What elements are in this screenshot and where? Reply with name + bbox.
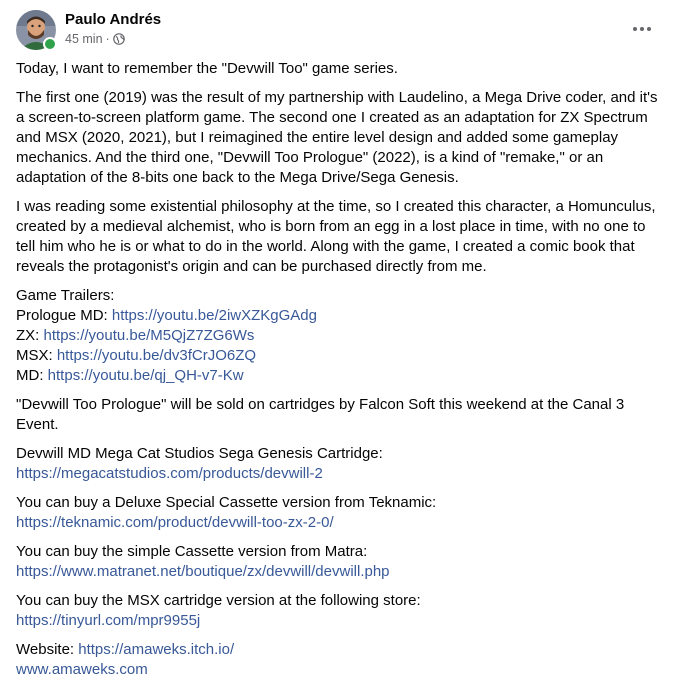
author-name[interactable]: Paulo Andrés <box>65 11 161 28</box>
trailer-link[interactable]: https://youtu.be/M5QjZ7ZG6Ws <box>44 327 255 344</box>
trailer-label: ZX: <box>16 327 44 344</box>
store-link[interactable]: https://teknamic.com/product/devwill-too… <box>16 513 666 533</box>
store-link[interactable]: https://www.matranet.net/boutique/zx/dev… <box>16 562 666 582</box>
post-header: Paulo Andrés 45 min · <box>16 10 662 51</box>
text-line: adaptation of the 8-bits one back to the… <box>16 169 459 186</box>
trailer-link[interactable]: https://youtu.be/dv3fCrJO6ZQ <box>57 347 256 364</box>
store-text: You can buy the MSX cartridge version at… <box>16 592 421 609</box>
store-text: You can buy the simple Cassette version … <box>16 543 368 560</box>
text-line: I was reading some existential philosoph… <box>16 198 656 215</box>
trailer-line: Prologue MD: https://youtu.be/2iwXZKgGAd… <box>16 306 666 326</box>
post-body: Today, I want to remember the "Devwill T… <box>16 59 666 689</box>
trailer-link[interactable]: https://youtu.be/2iwXZKgGAdg <box>112 307 317 324</box>
more-options-button[interactable] <box>624 14 660 44</box>
text-line: a screen-to-screen platform game. The se… <box>16 109 648 126</box>
sale-announcement: "Devwill Too Prologue" will be sold on c… <box>16 396 625 433</box>
trailer-line: MD: https://youtu.be/qj_QH-v7-Kw <box>16 366 666 386</box>
trailer-label: MSX: <box>16 347 57 364</box>
trailer-label: Prologue MD: <box>16 307 112 324</box>
more-options-icon <box>633 27 651 31</box>
store-entry: You can buy a Deluxe Special Cassette ve… <box>16 493 666 533</box>
online-status-indicator <box>43 37 57 51</box>
trailer-line: ZX: https://youtu.be/M5QjZ7ZG6Ws <box>16 326 666 346</box>
post-card: Paulo Andrés 45 min · Today, I want to r… <box>0 0 678 678</box>
trailer-label: MD: <box>16 367 48 384</box>
text-line: The first one (2019) was the result of m… <box>16 89 658 106</box>
store-text: Devwill MD Mega Cat Studios Sega Genesis… <box>16 445 383 462</box>
globe-icon[interactable] <box>112 33 125 45</box>
store-entry: You can buy the MSX cartridge version at… <box>16 591 666 631</box>
website-link-secondary[interactable]: www.amaweks.com <box>16 660 666 680</box>
post-paragraph-story: I was reading some existential philosoph… <box>16 197 666 277</box>
text-line: created by a medieval alchemist, who is … <box>16 218 646 235</box>
store-text: You can buy a Deluxe Special Cassette ve… <box>16 494 437 511</box>
store-entry: You can buy the simple Cassette version … <box>16 542 666 582</box>
text-line: mechanics. And the third one, "Devwill T… <box>16 149 604 166</box>
website-line: Website: https://amaweks.itch.io/ <box>16 640 666 660</box>
website-section: Website: https://amaweks.itch.io/ www.am… <box>16 640 666 680</box>
text-line: reveals the protagonist's origin and can… <box>16 258 487 275</box>
store-link[interactable]: https://tinyurl.com/mpr9955j <box>16 611 666 631</box>
website-link[interactable]: https://amaweks.itch.io/ <box>78 641 234 658</box>
trailers-heading: Game Trailers: <box>16 287 115 304</box>
trailer-line: MSX: https://youtu.be/dv3fCrJO6ZQ <box>16 346 666 366</box>
trailers-section: Game Trailers: Prologue MD: https://yout… <box>16 286 666 386</box>
text-line: tell him who he is or what to do in the … <box>16 238 635 255</box>
post-timestamp[interactable]: 45 min <box>65 32 103 46</box>
store-entry: Devwill MD Mega Cat Studios Sega Genesis… <box>16 444 666 484</box>
store-link[interactable]: https://megacatstudios.com/products/devw… <box>16 464 666 484</box>
post-intro: Today, I want to remember the "Devwill T… <box>16 60 398 77</box>
post-meta: 45 min · <box>65 32 125 46</box>
post-paragraph-history: The first one (2019) was the result of m… <box>16 88 666 188</box>
trailer-link[interactable]: https://youtu.be/qj_QH-v7-Kw <box>48 367 244 384</box>
meta-separator: · <box>105 32 110 46</box>
author-avatar[interactable] <box>16 10 57 51</box>
website-label: Website: <box>16 641 79 658</box>
text-line: and MSX (2020, 2021), but I reimagined t… <box>16 129 619 146</box>
